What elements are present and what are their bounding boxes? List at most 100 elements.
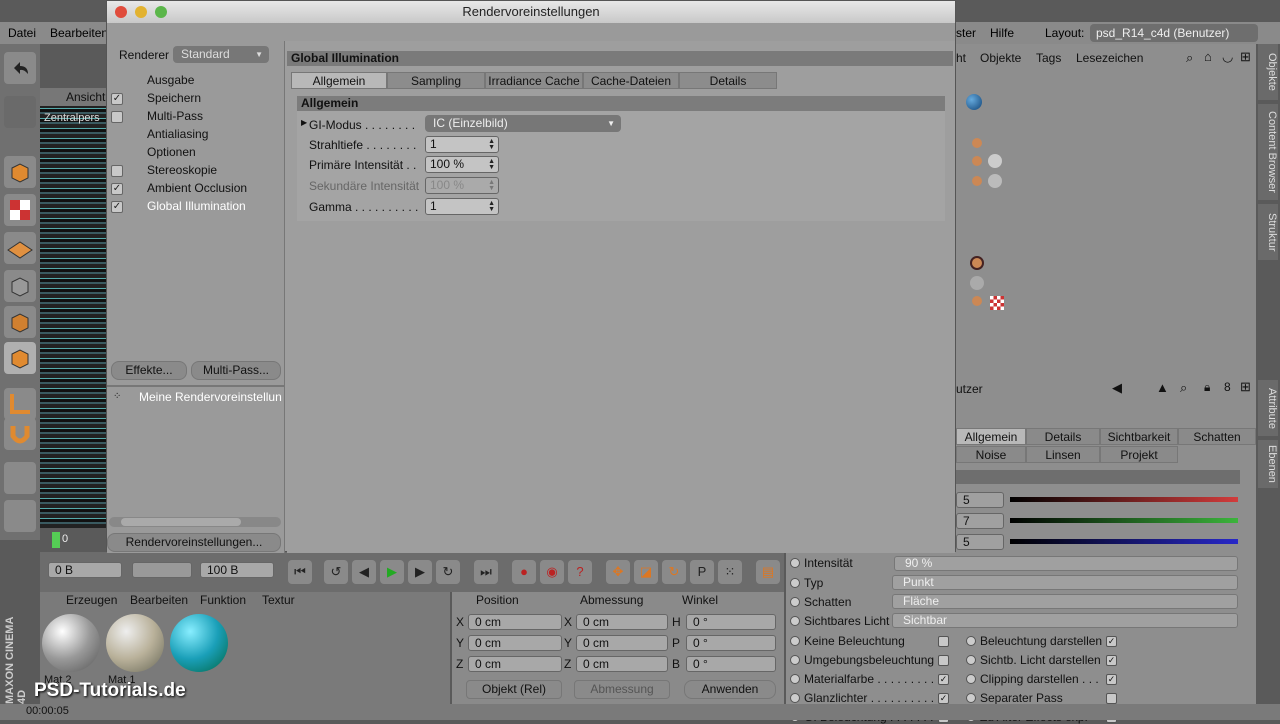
timeline-range-field[interactable] (132, 562, 192, 578)
mat-menu-funktion[interactable]: Funktion (200, 593, 246, 607)
settings-icon[interactable]: 8 (1224, 380, 1231, 394)
tab-irradiance-cache[interactable]: Irradiance Cache (485, 72, 583, 89)
objects-menu-ht[interactable]: ht (956, 51, 966, 65)
attr-option-checkbox[interactable]: ✓ (1106, 674, 1117, 685)
color-slider-red[interactable] (1010, 497, 1238, 502)
stepper-icon[interactable]: ▲ ▼ (488, 158, 495, 171)
animate-dot-icon[interactable] (790, 674, 800, 684)
side-tab-attribute[interactable]: Attribute (1258, 380, 1278, 436)
attr-tab-sichtbarkeit[interactable]: Sichtbarkeit (1100, 428, 1178, 445)
mat-menu-erzeugen[interactable]: Erzeugen (66, 593, 117, 607)
tag-icon[interactable] (972, 138, 982, 148)
nav-checkbox[interactable] (111, 165, 123, 177)
search-icon[interactable]: ⌕ (1180, 380, 1187, 396)
gi-modus-dropdown[interactable]: IC (Einzelbild) ▼ (425, 115, 621, 132)
color-slider-blue[interactable] (1010, 539, 1238, 544)
animate-dot-icon[interactable] (790, 636, 800, 646)
color-field-red[interactable]: 5 (956, 492, 1004, 508)
tab-allgemein[interactable]: Allgemein (291, 72, 387, 89)
goto-start-icon[interactable]: ⏮ (288, 560, 312, 584)
nav-item[interactable]: Antialiasing (147, 127, 208, 141)
material-tag-icon[interactable] (988, 174, 1002, 188)
edges-icon[interactable] (4, 306, 36, 338)
animate-dot-icon[interactable] (966, 636, 976, 646)
nav-item[interactable]: Speichern (147, 91, 201, 105)
sichtbares-dropdown[interactable]: Sichtbar (892, 613, 1238, 628)
timeline-end-field[interactable]: 100 B (200, 562, 274, 578)
layout-dropdown[interactable]: psd_R14_c4d (Benutzer) (1090, 24, 1258, 42)
search-icon[interactable]: ⌕ (1186, 50, 1193, 66)
nav-item[interactable]: Global Illumination (147, 199, 246, 213)
primaere-intensitaet-field[interactable]: 100 % ▲ ▼ (425, 156, 499, 173)
expand-arrow-icon[interactable]: ▶ (301, 118, 307, 127)
tag-icon[interactable] (972, 176, 982, 186)
gamma-field[interactable]: 1 ▲ ▼ (425, 198, 499, 215)
nav-item[interactable]: Multi-Pass (147, 109, 203, 123)
rotate-key-icon[interactable]: ↻ (662, 560, 686, 584)
viewport[interactable]: Zentralpers (40, 106, 106, 528)
move-key-icon[interactable]: ✥ (606, 560, 630, 584)
coord-size-field[interactable]: 0 cm (576, 614, 668, 630)
axis-icon[interactable] (4, 388, 36, 420)
points-icon[interactable] (4, 270, 36, 302)
autokey-icon[interactable]: ◉ (540, 560, 564, 584)
minimize-button[interactable] (135, 6, 147, 18)
checker-icon[interactable] (4, 194, 36, 226)
object-sphere-icon[interactable] (966, 94, 982, 110)
nav-checkbox[interactable]: ✓ (111, 201, 123, 213)
strahltiefe-field[interactable]: 1 ▲ ▼ (425, 136, 499, 153)
anwenden-button[interactable]: Anwenden (684, 680, 776, 699)
play-icon[interactable]: ▶ (380, 560, 404, 584)
objekt-rel-dropdown[interactable]: Objekt (Rel) (466, 680, 562, 699)
color-slider-green[interactable] (1010, 518, 1238, 523)
menu-hilfe[interactable]: Hilfe (990, 26, 1014, 40)
renderer-dropdown[interactable]: Standard ▼ (173, 46, 269, 63)
material-tag-icon[interactable] (970, 276, 984, 290)
goto-end-icon[interactable]: ⏭ (474, 560, 498, 584)
attr-tab-linsen[interactable]: Linsen (1026, 446, 1100, 463)
coord-position-field[interactable]: 0 cm (468, 656, 562, 672)
attr-tab-schatten[interactable]: Schatten (1178, 428, 1256, 445)
new-panel-icon[interactable]: ⊞ (1240, 49, 1251, 65)
nav-item[interactable]: Ausgabe (147, 73, 194, 87)
color-field-blue[interactable]: 5 (956, 534, 1004, 550)
tab-sampling[interactable]: Sampling (387, 72, 485, 89)
points-key-icon[interactable]: ⁙ (718, 560, 742, 584)
tag-icon[interactable] (972, 296, 982, 306)
typ-dropdown[interactable]: Punkt (892, 575, 1238, 590)
animate-dot-icon[interactable] (790, 616, 800, 626)
coord-angle-field[interactable]: 0 ° (686, 614, 776, 630)
preset-item[interactable]: Meine Rendervoreinstellun (139, 390, 282, 404)
workplane-icon[interactable] (4, 500, 36, 532)
material-tag-icon[interactable] (988, 154, 1002, 168)
stepper-icon[interactable]: ▲ ▼ (488, 138, 495, 151)
timeline-start-field[interactable]: 0 B (48, 562, 122, 578)
attr-tab-allgemein[interactable]: Allgemein (956, 428, 1026, 445)
objects-menu-tags[interactable]: Tags (1036, 51, 1061, 65)
side-tab-objekte[interactable]: Objekte (1258, 44, 1278, 100)
attr-option-checkbox[interactable]: ✓ (1106, 655, 1117, 666)
up-arrow-icon[interactable]: ▲ (1156, 380, 1169, 395)
attr-option-checkbox[interactable] (938, 655, 949, 666)
material-mat2-preview[interactable] (42, 614, 100, 672)
side-tab-struktur[interactable]: Struktur (1258, 204, 1278, 260)
workplane-lock-icon[interactable] (4, 462, 36, 494)
menu-ster[interactable]: ster (956, 26, 976, 40)
rendervoreinstellungen-button[interactable]: Rendervoreinstellungen... (107, 533, 281, 552)
animate-dot-icon[interactable] (790, 597, 800, 607)
attr-tab-noise[interactable]: Noise (956, 446, 1026, 463)
animate-dot-icon[interactable] (966, 655, 976, 665)
abmessung-dropdown[interactable]: Abmessung (574, 680, 670, 699)
animate-dot-icon[interactable] (966, 693, 976, 703)
nav-checkbox[interactable] (111, 111, 123, 123)
attr-option-checkbox[interactable]: ✓ (938, 674, 949, 685)
cube-icon[interactable] (4, 156, 36, 188)
tag-icon[interactable] (972, 156, 982, 166)
coord-size-field[interactable]: 0 cm (576, 656, 668, 672)
checker-tag-icon[interactable] (990, 296, 1004, 310)
attr-tab-projekt[interactable]: Projekt (1100, 446, 1178, 463)
material-mat1-preview[interactable] (106, 614, 164, 672)
next-key-icon[interactable]: ↻ (436, 560, 460, 584)
attr-option-checkbox[interactable]: ✓ (938, 693, 949, 704)
new-panel-icon[interactable]: ⊞ (1240, 379, 1251, 395)
